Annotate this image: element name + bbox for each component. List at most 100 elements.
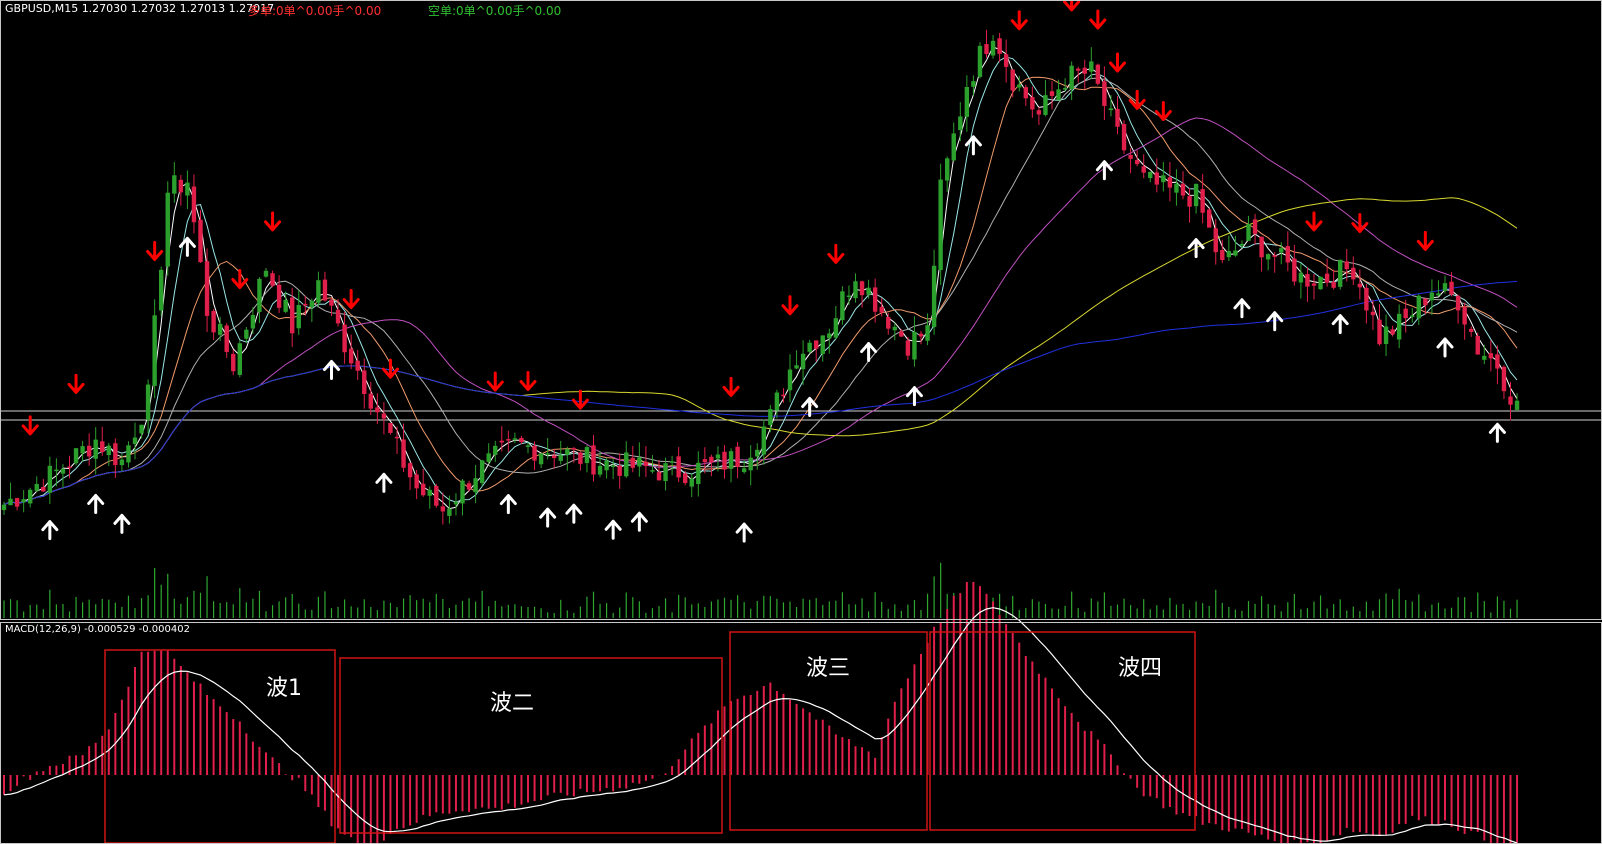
symbol-info: GBPUSD,M15 1.27030 1.27032 1.27013 1.270… xyxy=(5,2,275,15)
candle-body xyxy=(466,483,472,490)
candle-body xyxy=(781,394,786,397)
wave-label-2: 波二 xyxy=(490,691,535,716)
candle-body xyxy=(479,460,485,484)
candle-body xyxy=(565,448,570,455)
candle-body xyxy=(938,179,943,271)
candle-body xyxy=(519,437,524,443)
candle-body xyxy=(1344,261,1349,270)
candle xyxy=(1121,120,1127,154)
candle-body xyxy=(499,440,504,443)
candle-body xyxy=(1095,64,1101,84)
candle-body xyxy=(1167,177,1173,188)
candle-body xyxy=(1069,65,1074,89)
candle-body xyxy=(1265,254,1271,260)
candle-body xyxy=(683,473,688,484)
candle-body xyxy=(388,422,393,433)
candle-body xyxy=(545,453,550,455)
candle-body xyxy=(918,333,924,337)
candle-body xyxy=(1115,108,1120,127)
candle-body xyxy=(650,470,655,472)
candle-body xyxy=(1161,175,1166,183)
candle-body xyxy=(931,265,937,328)
candle-body xyxy=(663,463,668,482)
wave-label-4: 波四 xyxy=(1118,656,1163,681)
candle-body xyxy=(1226,251,1232,258)
candle-body xyxy=(1390,329,1395,335)
candle-body xyxy=(735,446,740,467)
candle-body xyxy=(270,273,275,286)
candle-body xyxy=(571,448,577,450)
candle-body xyxy=(224,325,229,352)
candle-body xyxy=(1141,166,1146,173)
candle-body xyxy=(132,437,138,444)
candle-body xyxy=(486,453,491,462)
candle xyxy=(1318,276,1323,290)
candle-body xyxy=(1403,308,1408,319)
candle-body xyxy=(303,303,308,306)
candle-body xyxy=(1383,326,1389,345)
candle-body xyxy=(1043,95,1048,115)
candle-body xyxy=(1311,283,1317,286)
candle-body xyxy=(1475,335,1480,355)
candle-body xyxy=(702,459,708,463)
candle-body xyxy=(1292,258,1297,282)
candle-body xyxy=(178,179,184,193)
candle-body xyxy=(512,438,518,440)
candle-body xyxy=(1357,283,1363,288)
candle-body xyxy=(584,447,590,463)
candle-body xyxy=(113,443,118,466)
candle-body xyxy=(866,287,871,295)
candle-body xyxy=(1252,219,1258,234)
candle-body xyxy=(1396,313,1402,340)
candle-body xyxy=(1495,354,1500,369)
candle-body xyxy=(1193,183,1199,207)
candle-body xyxy=(1351,267,1356,280)
candle-body xyxy=(1377,319,1382,345)
candle-body xyxy=(355,360,360,371)
candle-body xyxy=(709,456,714,463)
candle-body xyxy=(879,306,884,313)
candle-body xyxy=(1508,396,1513,405)
candle-body xyxy=(67,466,72,469)
candle-body xyxy=(316,280,321,303)
candle-body xyxy=(591,445,596,475)
candle-body xyxy=(375,407,380,413)
candle-body xyxy=(1364,287,1369,311)
candle-body xyxy=(14,498,20,507)
candle-body xyxy=(820,335,825,355)
candle-body xyxy=(100,441,105,453)
candle-body xyxy=(329,299,334,306)
candle-body xyxy=(1030,97,1035,110)
candle-body xyxy=(1331,281,1336,288)
candle-body xyxy=(630,457,635,468)
candle-body xyxy=(159,269,164,311)
candle-body xyxy=(755,449,760,457)
candle-body xyxy=(1056,89,1061,101)
candle-body xyxy=(624,452,629,477)
candle-body xyxy=(912,331,917,360)
candle xyxy=(73,447,79,466)
candle-body xyxy=(853,281,858,299)
candle-body xyxy=(394,436,400,439)
candle-body xyxy=(617,465,622,476)
candle-body xyxy=(204,261,210,316)
candle-body xyxy=(827,333,832,339)
candle-body xyxy=(637,457,642,467)
candle-body xyxy=(741,468,747,473)
candle-body xyxy=(28,489,33,504)
candle-body xyxy=(1442,283,1448,291)
candle-body xyxy=(1305,274,1310,287)
candle-body xyxy=(761,426,766,455)
candle-body xyxy=(1200,189,1205,213)
candle-body xyxy=(1049,91,1055,96)
candle-body xyxy=(748,457,753,471)
candle-body xyxy=(787,369,793,391)
candle-body xyxy=(643,461,649,467)
candle-body xyxy=(362,370,367,394)
candle-body xyxy=(1285,246,1290,263)
trading-chart[interactable] xyxy=(0,0,1602,844)
candle xyxy=(165,181,170,276)
candle-body xyxy=(1036,110,1042,115)
candle-body xyxy=(1128,154,1133,159)
candle-body xyxy=(453,501,459,505)
